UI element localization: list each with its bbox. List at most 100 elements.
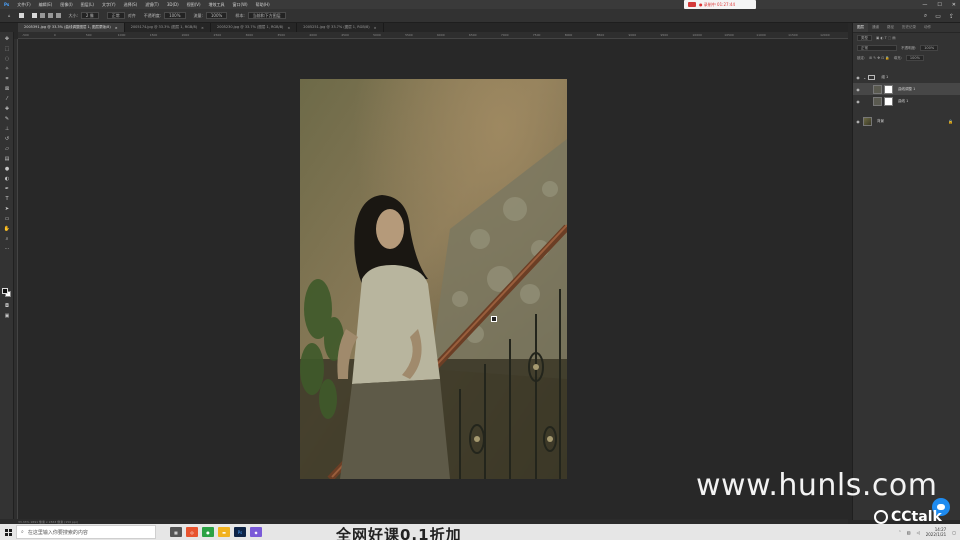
screen-mode-icon[interactable]: ▣ [3,312,11,319]
maximize-button[interactable]: ☐ [937,2,941,8]
menu-layer[interactable]: 图层(L) [77,2,98,8]
menu-view[interactable]: 视图(V) [183,2,205,8]
layer-kind-filter[interactable]: 类型 [857,35,872,41]
sample-select[interactable]: 当前和下方图层 [247,12,286,19]
start-button[interactable] [0,524,16,540]
opacity-field[interactable]: 100% [164,12,186,19]
magic-wand-icon[interactable]: ✧ [3,65,11,72]
flow-field[interactable]: 100% [205,12,228,19]
notification-icon[interactable]: ▢ [952,530,956,535]
dodge-icon[interactable]: ◐ [3,175,11,182]
history-brush-icon[interactable]: ↺ [3,135,11,142]
eye-icon[interactable]: ◉ [853,75,863,80]
close-icon[interactable]: × [374,26,377,30]
canvas-image[interactable] [300,79,567,479]
layer-opacity-field[interactable]: 100% [920,45,939,51]
tab-channels[interactable]: 通道 [868,23,883,32]
layer-group-1[interactable]: ◉ ⌄ 组 1 [853,71,960,83]
close-icon[interactable]: × [201,26,204,30]
align-label[interactable]: 对齐 [128,13,136,19]
mask-thumbnail[interactable] [884,96,893,106]
subtract-selection-icon[interactable] [47,13,53,18]
horizontal-ruler[interactable]: -500 0 500 1000 1500 2000 2500 3000 3500 4000 4500… [18,32,848,39]
blend-mode-select[interactable]: 正常 [857,45,897,51]
stamp-icon[interactable]: ⊥ [3,125,11,132]
move-icon[interactable]: ✥ [3,35,11,42]
crop-icon[interactable]: ⌗ [3,75,11,82]
recorder-icon[interactable]: ◆ [250,527,262,537]
quick-mask-icon[interactable]: ◘ [3,302,11,309]
browser-icon[interactable]: ◎ [186,527,198,537]
add-selection-icon[interactable] [39,13,45,18]
photoshop-icon[interactable]: Ps [234,527,246,537]
hand-icon[interactable]: ✋ [3,225,11,232]
menu-image[interactable]: 图像(I) [56,2,76,8]
taskbar-search[interactable]: ⌕ 在这里输入你要搜索的内容 [16,525,156,539]
wechat-icon[interactable]: ● [202,527,214,537]
brush-preset-picker[interactable] [18,13,24,18]
mask-thumbnail[interactable] [884,84,893,94]
workspace-icon[interactable]: ▭ [935,13,941,20]
tab-paths[interactable]: 路径 [883,23,898,32]
tab-document-1[interactable]: 2005391.jpg @ 33.3% (曲线调整图层 1, 图层蒙版/8) × [18,23,125,32]
menu-type[interactable]: 文字(Y) [98,2,120,8]
menu-3d[interactable]: 3D(D) [163,2,183,7]
minimize-button[interactable]: — [922,2,927,8]
share-icon[interactable]: ⇪ [949,13,954,20]
layer-background[interactable]: ◉ 背景 🔒 [853,115,960,127]
size-field[interactable]: 2 像 [80,12,99,19]
marquee-icon[interactable]: ⬚ [3,45,11,52]
clock[interactable]: 14:27 2022/1/21 [926,527,947,537]
menu-edit[interactable]: 编辑(E) [35,2,57,8]
gradient-icon[interactable]: ▤ [3,155,11,162]
tab-history[interactable]: 历史记录 [898,23,920,32]
eye-icon[interactable]: ◉ [853,99,863,104]
intersect-selection-icon[interactable] [55,13,61,18]
eyedropper-icon[interactable]: ⁄ [3,95,11,102]
layer-fill-field[interactable]: 100% [905,55,924,61]
tab-actions[interactable]: 动作 [920,23,935,32]
layer-curves-adjust-1[interactable]: ◉ 曲线调整 1 [853,83,960,95]
path-select-icon[interactable]: ➤ [3,205,11,212]
close-icon[interactable]: × [287,26,290,30]
menu-help[interactable]: 帮助(H) [252,2,274,8]
menu-file[interactable]: 文件(F) [13,2,34,8]
menu-select[interactable]: 选择(S) [120,2,142,8]
network-icon[interactable]: ▥ [907,530,911,535]
search-icon[interactable]: ⌕ [924,12,927,20]
rectangle-icon[interactable]: ▭ [3,215,11,222]
close-icon[interactable]: × [115,26,118,30]
tab-document-4[interactable]: 2005251.jpg @ 33.7% (图层 1, RGB/8) × [297,23,384,32]
tab-document-2[interactable]: 2005174.jpg @ 33.3% (图层 1, RGB/8) × [125,23,211,32]
frame-icon[interactable]: ⊠ [3,85,11,92]
menu-plugins[interactable]: 增效工具 [205,2,229,8]
tab-document-3[interactable]: 2005230.jpg @ 33.7% (图层 1, RGB/8) × [211,23,298,32]
menu-filter[interactable]: 滤镜(T) [141,2,163,8]
recording-indicator[interactable]: ● 录制中 01:27:44 [684,0,756,9]
more-icon[interactable]: ⋯ [3,245,11,252]
volume-icon[interactable]: ◁ [917,530,920,535]
folder-icon[interactable]: ▬ [218,527,230,537]
eraser-icon[interactable]: ▱ [3,145,11,152]
tab-layers[interactable]: 图层 [853,23,868,32]
chevron-down-icon[interactable]: ⌄ [863,75,866,80]
close-button[interactable]: ✕ [952,2,956,8]
menu-window[interactable]: 窗口(W) [229,2,252,8]
home-icon[interactable]: ⌂ [8,13,11,18]
type-icon[interactable]: T [3,195,11,202]
brush-icon[interactable]: ✎ [3,115,11,122]
lasso-icon[interactable]: ◌ [3,55,11,62]
ps-logo-icon[interactable]: Ps [0,2,13,7]
eye-icon[interactable]: ◉ [853,87,863,92]
foreground-color-swatch[interactable] [2,288,8,294]
healing-icon[interactable]: ✚ [3,105,11,112]
mode-select[interactable]: 正常 [106,12,125,19]
task-view-icon[interactable]: ▦ [170,527,182,537]
chevron-up-icon[interactable]: ˄ [899,530,901,535]
lock-icons[interactable]: ⊞ ✎ ✥ ⊡ 🔒 [869,56,890,60]
eye-icon[interactable]: ◉ [853,119,863,124]
blur-icon[interactable]: ● [3,165,11,172]
zoom-icon[interactable]: ⌕ [3,235,11,242]
new-selection-icon[interactable] [31,13,37,18]
pen-icon[interactable]: ✒ [3,185,11,192]
